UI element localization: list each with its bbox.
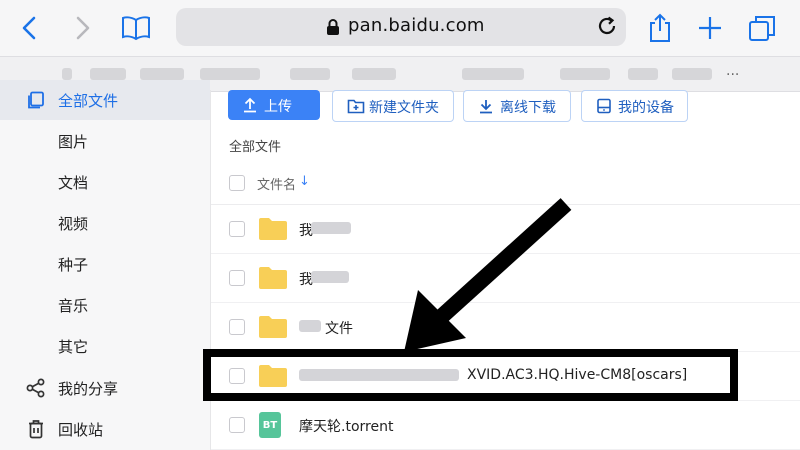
bookmarks-icon[interactable] — [118, 10, 154, 46]
new-folder-button[interactable]: 新建文件夹 — [332, 90, 454, 122]
sort-down-icon[interactable]: ↓ — [299, 174, 310, 189]
files-icon — [25, 89, 47, 111]
blurred-favorite[interactable] — [672, 68, 712, 80]
folder-icon — [259, 316, 287, 338]
trash-icon — [25, 418, 47, 440]
blurred-file-name — [311, 271, 349, 283]
table-row[interactable]: 文件 — [211, 302, 800, 352]
blurred-file-name — [311, 222, 351, 234]
blurred-favorite[interactable] — [462, 68, 524, 80]
upload-label: 上传 — [264, 98, 292, 114]
browser-toolbar: pan.baidu.com — [0, 0, 800, 56]
torrent-file-icon: BT — [259, 412, 281, 438]
share-icon — [25, 377, 47, 399]
reload-icon[interactable] — [596, 15, 618, 41]
folder-icon — [259, 218, 287, 240]
address-bar[interactable]: pan.baidu.com — [176, 8, 626, 46]
blurred-favorite[interactable] — [200, 68, 260, 80]
folder-icon — [259, 267, 287, 289]
blurred-favorite[interactable] — [352, 68, 396, 80]
new-folder-label: 新建文件夹 — [369, 100, 439, 116]
sidebar: 全部文件 图片 文档 视频 种子 音乐 其它 我的分享 回收站 — [0, 80, 211, 450]
row-checkbox[interactable] — [229, 221, 245, 237]
upload-icon — [242, 97, 258, 116]
blurred-favorite[interactable] — [90, 68, 126, 80]
file-list-header: 文件名 ↓ — [211, 162, 800, 205]
upload-button[interactable]: 上传 — [228, 90, 320, 120]
share-sheet-icon[interactable] — [642, 10, 678, 46]
blurred-favorite[interactable] — [290, 68, 330, 80]
my-devices-button[interactable]: 我的设备 — [581, 90, 688, 122]
device-icon — [596, 98, 612, 118]
sidebar-item-label: 全部文件 — [58, 92, 119, 110]
url-text: pan.baidu.com — [348, 15, 485, 36]
blurred-favorite[interactable] — [628, 68, 658, 80]
file-name: 文件 — [325, 321, 353, 337]
blurred-favorite[interactable] — [140, 68, 184, 80]
sidebar-item-all-files[interactable]: 全部文件 — [0, 80, 210, 120]
sidebar-item-label: 文档 — [58, 174, 89, 192]
file-name: 摩天轮.torrent — [299, 419, 394, 435]
sidebar-item-images[interactable]: 图片 — [0, 121, 210, 161]
breadcrumb[interactable]: 全部文件 — [229, 136, 281, 155]
new-folder-icon — [347, 98, 365, 118]
sidebar-item-music[interactable]: 音乐 — [0, 285, 210, 325]
row-checkbox[interactable] — [229, 417, 245, 433]
blurred-favorite[interactable] — [560, 68, 610, 80]
favorites-more[interactable]: ... — [726, 63, 739, 79]
sidebar-item-recycle-bin[interactable]: 回收站 — [0, 409, 210, 449]
sidebar-item-torrents[interactable]: 种子 — [0, 244, 210, 284]
tabs-overview-icon[interactable] — [744, 10, 780, 46]
blurred-file-name — [299, 320, 321, 332]
offline-download-button[interactable]: 离线下载 — [463, 90, 571, 122]
lock-icon — [326, 18, 340, 40]
sidebar-item-label: 视频 — [58, 215, 89, 233]
table-row[interactable]: BT 摩天轮.torrent — [211, 400, 800, 450]
table-row[interactable]: 我 — [211, 253, 800, 303]
blurred-favorite[interactable] — [62, 68, 72, 80]
offline-download-label: 离线下载 — [500, 100, 556, 116]
sidebar-item-label: 回收站 — [58, 421, 104, 439]
back-icon[interactable] — [12, 10, 48, 46]
sidebar-item-label: 图片 — [58, 133, 89, 151]
sidebar-item-other[interactable]: 其它 — [0, 326, 210, 366]
sidebar-item-my-shares[interactable]: 我的分享 — [0, 368, 210, 408]
highlight-box — [203, 349, 738, 401]
column-header-filename[interactable]: 文件名 — [257, 174, 296, 193]
new-tab-icon[interactable] — [692, 10, 728, 46]
table-row[interactable]: 我 — [211, 204, 800, 254]
sidebar-item-label: 音乐 — [58, 297, 89, 315]
row-checkbox[interactable] — [229, 319, 245, 335]
sidebar-item-videos[interactable]: 视频 — [0, 203, 210, 243]
sidebar-item-label: 其它 — [58, 338, 89, 356]
sidebar-item-documents[interactable]: 文档 — [0, 162, 210, 202]
forward-icon[interactable] — [64, 10, 100, 46]
sidebar-item-label: 种子 — [58, 256, 89, 274]
download-icon — [478, 98, 494, 118]
sidebar-item-label: 我的分享 — [58, 380, 119, 398]
row-checkbox[interactable] — [229, 270, 245, 286]
select-all-checkbox[interactable] — [229, 175, 245, 191]
my-devices-label: 我的设备 — [618, 100, 674, 116]
